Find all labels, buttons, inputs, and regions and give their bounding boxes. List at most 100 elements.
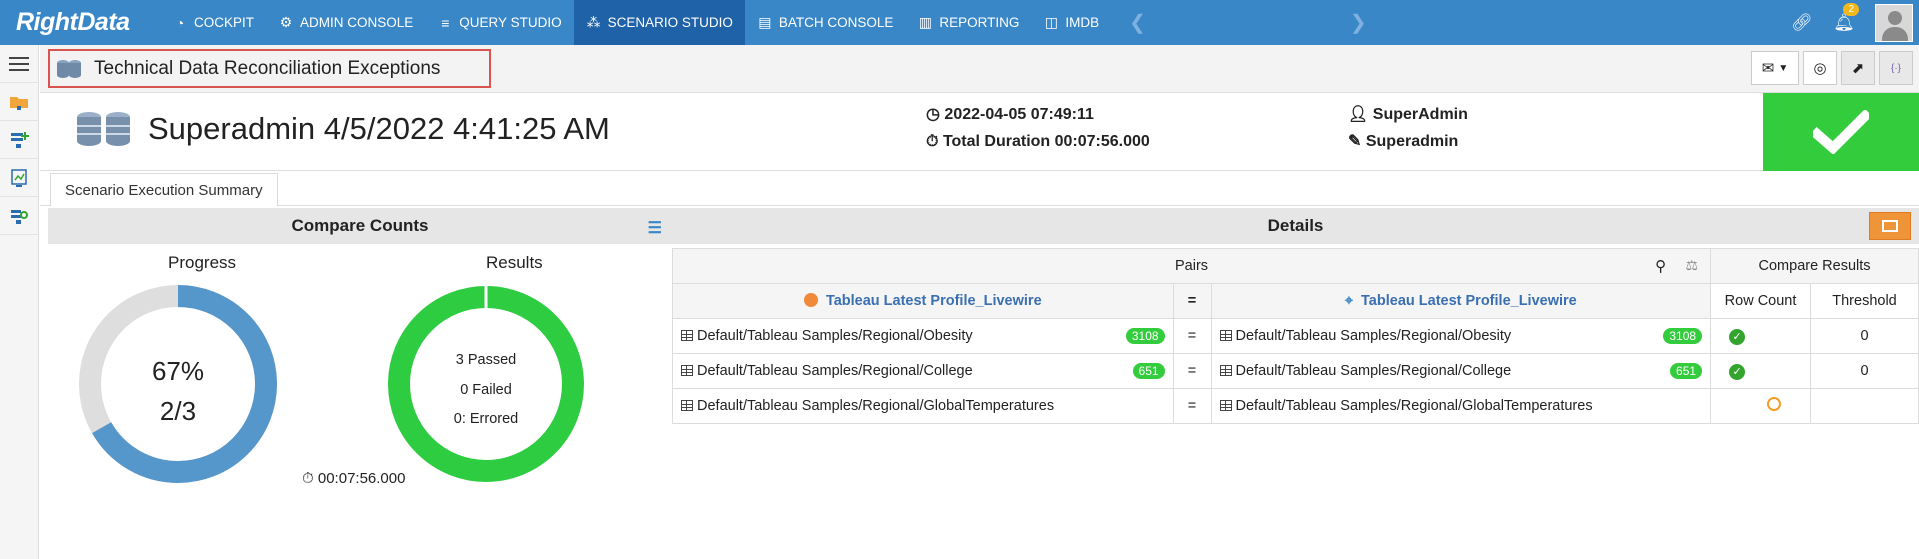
editor-row: ✎ Superadmin (1348, 128, 1468, 155)
link-icon[interactable]: 🔗︎ (1781, 13, 1823, 33)
nav-item-admin-console[interactable]: ⚙ ADMIN CONSOLE (266, 0, 425, 45)
table-icon (681, 365, 693, 376)
results-passed: 3 Passed (456, 352, 516, 368)
equals-cell: = (1172, 353, 1212, 389)
nav-item-batch-console[interactable]: ▤ BATCH CONSOLE (745, 0, 906, 45)
imdb-icon: ◫ (1044, 14, 1058, 30)
sidebar-item-settings[interactable] (0, 197, 38, 235)
pairs-label: Pairs (1175, 258, 1209, 274)
target-cell: Default/Tableau Samples/Regional/College… (1210, 353, 1712, 389)
notification-bell-icon[interactable]: 🔔︎ 2 (1823, 2, 1865, 33)
source-name: Default/Tableau Samples/Regional/College (697, 363, 973, 379)
batch-icon: ▤ (758, 14, 772, 30)
sidebar-item-add-scenario[interactable] (0, 121, 38, 159)
threshold-cell: 0 (1810, 353, 1919, 389)
table-icon (1219, 365, 1232, 376)
source-name: Default/Tableau Samples/Regional/Obesity (697, 328, 973, 344)
equals-header: = (1172, 283, 1212, 319)
compare-counts-title: Compare Counts (291, 216, 429, 235)
compare-counts-panel: Compare Counts ☰ Progress Results 67% 2/… (48, 208, 672, 558)
clock-icon: ◷ (926, 106, 940, 123)
menu-toggle-button[interactable] (0, 45, 38, 83)
export-button[interactable]: ⬈ (1841, 51, 1875, 85)
equals-cell: = (1172, 388, 1212, 424)
nav-item-label: SCENARIO STUDIO (607, 15, 733, 30)
app-logo[interactable]: RightData (0, 0, 160, 45)
table-row[interactable]: Default/Tableau Samples/Regional/College… (672, 353, 1919, 389)
source-cell: Default/Tableau Samples/Regional/GlobalT… (672, 388, 1174, 424)
folder-icon (10, 96, 28, 110)
timestamp-row: ◷ 2022-04-05 07:49:11 (926, 101, 1150, 128)
pencil-icon: ✎ (1348, 133, 1362, 150)
run-editor: Superadmin (1365, 133, 1459, 150)
notification-badge: 2 (1843, 2, 1859, 16)
scenario-icon: ⁂ (586, 14, 601, 30)
table-row[interactable]: Default/Tableau Samples/Regional/GlobalT… (672, 388, 1919, 424)
page-title-box: Technical Data Reconciliation Exceptions (48, 49, 491, 88)
table-subheader-row: Tableau Latest Profile_Livewire = ⌖ Tabl… (672, 283, 1919, 319)
email-button[interactable]: ✉ ▼ (1751, 51, 1799, 85)
row-count-cell: ✓ (1710, 318, 1812, 354)
nav-item-reporting[interactable]: ▥ REPORTING (905, 0, 1031, 45)
table-row[interactable]: Default/Tableau Samples/Regional/Obesity… (672, 318, 1919, 354)
source-name: Default/Tableau Samples/Regional/GlobalT… (697, 398, 1055, 414)
check-circle-icon: ✓ (1729, 328, 1746, 345)
run-duration: Total Duration 00:07:56.000 (942, 133, 1150, 150)
settings-icon (11, 209, 28, 224)
nav-item-label: COCKPIT (194, 15, 255, 30)
nav-item-label: QUERY STUDIO (459, 15, 562, 30)
caret-down-icon: ▼ (1778, 62, 1789, 74)
tab-scenario-execution-summary[interactable]: Scenario Execution Summary (50, 173, 278, 207)
row-count-cell (1710, 388, 1812, 424)
source-cell: Default/Tableau Samples/Regional/Obesity… (672, 318, 1174, 354)
details-panel: Details Pairs ⚲ ⚖ Compare Results Tablea… (671, 208, 1919, 424)
results-label: Results (486, 253, 543, 272)
target-name: Default/Tableau Samples/Regional/GlobalT… (1235, 398, 1593, 414)
target-name: Default/Tableau Samples/Regional/College (1235, 363, 1512, 379)
nav-right: 🔗︎ 🔔︎ 2 (1781, 0, 1919, 45)
nav-scroll-left-icon[interactable]: ❮ (1117, 10, 1158, 35)
nav-scroll-right-icon[interactable]: ❯ (1338, 10, 1379, 35)
row-count-cell: ✓ (1710, 353, 1812, 389)
filter-icon[interactable]: ⚖ (1686, 257, 1699, 274)
cockpit-icon: ◔ (175, 14, 185, 31)
results-donut: 3 Passed 0 Failed 0: Errored (388, 284, 584, 482)
table-icon (681, 330, 693, 341)
page-title: Technical Data Reconciliation Exceptions (94, 57, 441, 79)
sidebar-item-folder[interactable] (0, 83, 38, 121)
elapsed-value: 00:07:56.000 (317, 470, 406, 487)
compass-button[interactable]: ◎ (1803, 51, 1837, 85)
nav-item-cockpit[interactable]: ◔ COCKPIT (160, 0, 266, 45)
nav-item-label: ADMIN CONSOLE (300, 15, 414, 30)
panel-icon (1882, 220, 1898, 232)
run-user: SuperAdmin (1372, 106, 1468, 123)
add-scenario-icon (11, 131, 29, 148)
run-header: Superadmin 4/5/2022 4:41:25 AM ◷ 2022-04… (40, 93, 1919, 171)
target-header-label: Tableau Latest Profile_Livewire (1361, 293, 1577, 309)
nav-item-query-studio[interactable]: ≡ QUERY STUDIO (425, 0, 573, 45)
target-icon: ⌖ (1344, 293, 1353, 309)
progress-donut: 67% 2/3 (79, 285, 277, 483)
progress-percent: 67% (152, 356, 204, 386)
json-icon: {·} (1890, 62, 1901, 74)
run-name: Superadmin 4/5/2022 4:41:25 AM (148, 111, 610, 146)
json-button[interactable]: {·} (1879, 51, 1913, 85)
details-view-button[interactable] (1869, 212, 1911, 240)
database-icon: ≡ (441, 14, 450, 31)
user-icon: 👤︎ (1348, 106, 1369, 123)
progress-label: Progress (168, 253, 237, 272)
search-icon[interactable]: ⚲ (1655, 257, 1666, 275)
duration-row: ⏱ Total Duration 00:07:56.000 (926, 128, 1150, 155)
nav-item-label: IMDB (1065, 15, 1100, 30)
stopwatch-icon: ⏱ (302, 470, 314, 487)
nav-item-imdb[interactable]: ◫ IMDB (1031, 0, 1111, 45)
tab-bar: Scenario Execution Summary (40, 171, 1919, 207)
list-icon[interactable]: ☰ (648, 218, 662, 238)
nav-item-scenario-studio[interactable]: ⁂ SCENARIO STUDIO (573, 0, 745, 45)
results-errored: 0: Errored (454, 411, 518, 427)
source-count-badge: 651 (1132, 363, 1165, 379)
report-icon (11, 168, 27, 187)
sidebar-item-report[interactable] (0, 159, 38, 197)
avatar[interactable] (1875, 3, 1913, 42)
threshold-cell (1810, 388, 1919, 424)
